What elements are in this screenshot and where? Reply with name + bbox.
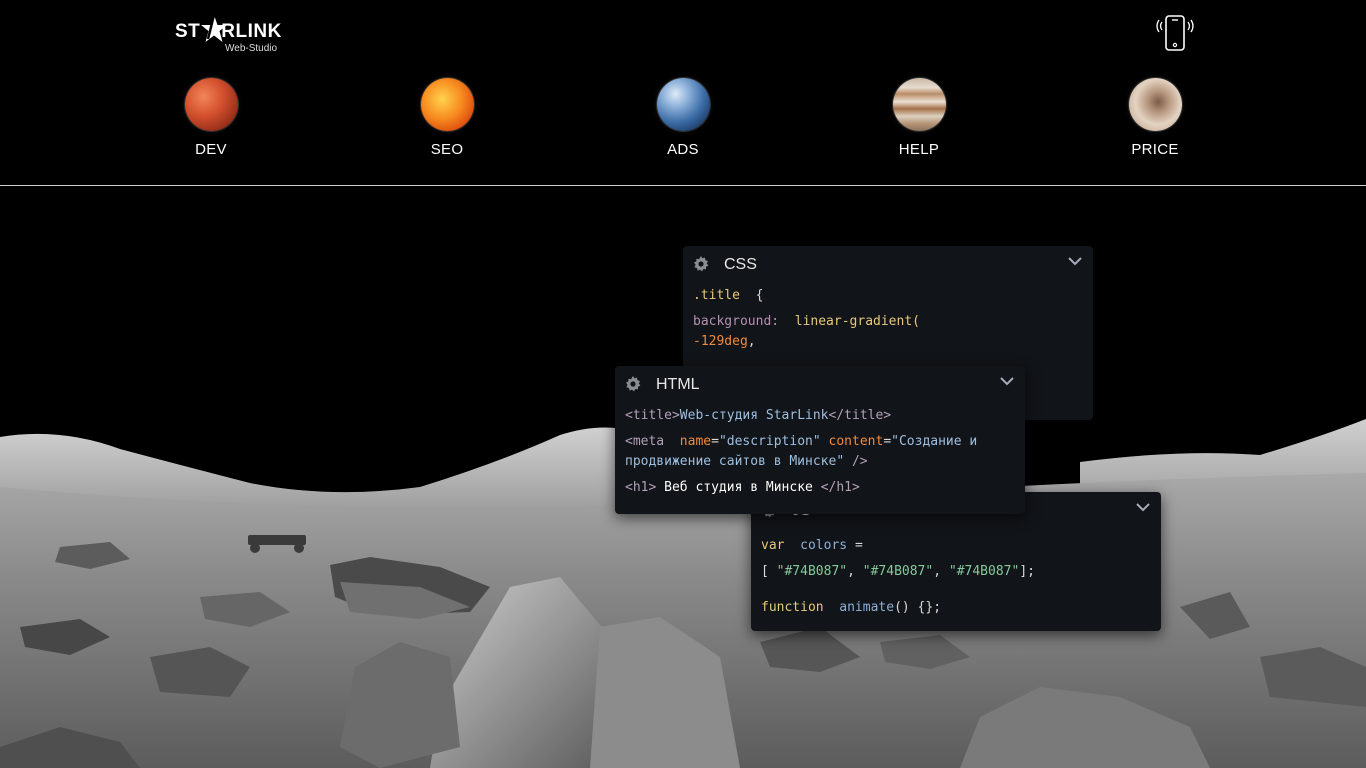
nav-label-help: HELP — [898, 141, 940, 158]
jupiter-planet-icon — [892, 78, 946, 131]
css-panel-header[interactable]: CSS — [683, 246, 1093, 284]
css-code-body: .title { background: linear-gradient( -1… — [683, 284, 1093, 352]
nav-item-price[interactable]: PRICE — [1095, 78, 1215, 162]
html-code-panel[interactable]: HTML <title>Web-студия StarLink</title> … — [615, 366, 1025, 514]
chevron-down-icon[interactable] — [999, 375, 1015, 387]
js-code-line: [ "#74B087", "#74B087", "#74B087"]; — [761, 564, 1035, 579]
logo-wordmark: ST RLINK — [175, 21, 282, 42]
gear-icon[interactable] — [693, 256, 709, 272]
html-panel-title: HTML — [656, 376, 700, 393]
nav-item-dev[interactable]: DEV — [151, 78, 271, 162]
css-code-line: .title { — [693, 288, 764, 303]
nav-item-seo[interactable]: SEO — [387, 78, 507, 162]
html-code-line: <title>Web-студия StarLink</title> — [625, 408, 892, 423]
sun-planet-icon — [420, 78, 474, 131]
css-code-line: background: linear-gradient( — [693, 314, 920, 329]
html-code-line: <meta name="description" content="Создан… — [625, 434, 986, 469]
html-code-line: <h1> Веб студия в Минске </h1> — [625, 480, 860, 495]
nav-label-seo: SEO — [430, 141, 464, 158]
js-code-line: function animate() {}; — [761, 600, 942, 615]
nav-item-ads[interactable]: ADS — [623, 78, 743, 162]
star-icon — [201, 14, 227, 42]
starlink-logo[interactable]: ST RLINK Web-Studio — [175, 13, 290, 55]
nav-item-help[interactable]: HELP — [859, 78, 979, 162]
chevron-down-icon[interactable] — [1135, 501, 1151, 513]
nav-label-ads: ADS — [667, 141, 699, 158]
mars-planet-icon — [184, 78, 238, 131]
earth-planet-icon — [656, 78, 710, 131]
css-panel-title: CSS — [724, 256, 757, 273]
html-panel-header[interactable]: HTML — [615, 366, 1025, 404]
html-code-body: <title>Web-студия StarLink</title> <meta… — [615, 404, 1025, 498]
moon-planet-icon — [1128, 78, 1182, 131]
js-code-line: var colors = — [761, 538, 863, 553]
logo-subtitle: Web-Studio — [225, 43, 278, 54]
gear-icon[interactable] — [625, 376, 641, 392]
nav-label-dev: DEV — [195, 141, 227, 158]
chevron-down-icon[interactable] — [1067, 255, 1083, 267]
js-code-body: var colors = [ "#74B087", "#74B087", "#7… — [751, 530, 1161, 618]
css-code-line: -129deg, — [693, 334, 756, 349]
site-header: ST RLINK Web-Studio DEV SEO ADS HELP PRIC… — [0, 0, 1366, 186]
phone-vibrate-icon[interactable] — [1156, 14, 1196, 52]
nav-label-price: PRICE — [1131, 141, 1179, 158]
